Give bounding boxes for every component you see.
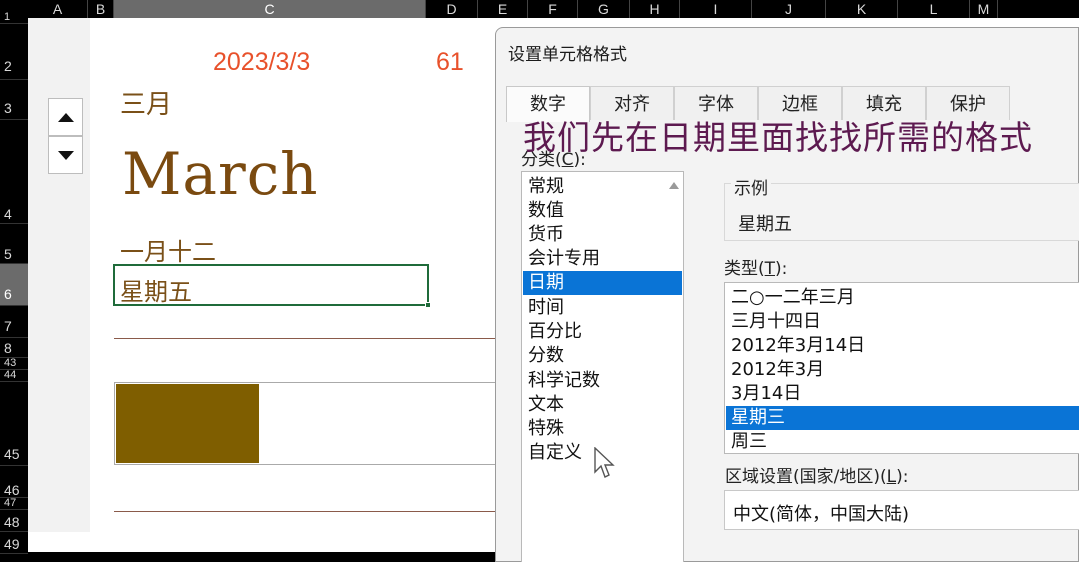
column-B[interactable]: B — [88, 0, 114, 18]
month-en-cell[interactable]: March — [122, 140, 319, 208]
locale-label-suffix: ): — [896, 467, 909, 487]
triangle-up-icon — [57, 112, 74, 122]
type-item[interactable]: 周三 — [726, 430, 1079, 453]
spin-down-button[interactable] — [48, 136, 83, 174]
category-item[interactable]: 常规 — [523, 175, 682, 199]
column-a-strip — [28, 18, 90, 532]
locale-value: 中文(简体，中国大陆) — [733, 504, 910, 525]
row-44[interactable]: 44 — [0, 370, 28, 382]
type-list[interactable]: 二○一二年三月 三月十四日 2012年3月14日 2012年3月 3月14日 星… — [724, 282, 1079, 454]
column-M[interactable]: M — [970, 0, 998, 18]
row-7[interactable]: 7 — [0, 306, 28, 338]
progress-bar-fill — [116, 384, 259, 463]
spin-up-button[interactable] — [48, 98, 83, 136]
column-G[interactable]: G — [578, 0, 630, 18]
type-label-key: T — [764, 259, 776, 279]
column-J[interactable]: J — [752, 0, 826, 18]
category-list[interactable]: 常规 数值 货币 会计专用 日期 时间 百分比 分数 科学记数 文本 特殊 自定… — [521, 171, 684, 562]
category-item[interactable]: 科学记数 — [523, 369, 682, 393]
column-I[interactable]: I — [680, 0, 752, 18]
row-6[interactable]: 6 — [0, 264, 28, 306]
row-3[interactable]: 3 — [0, 80, 28, 120]
locale-select[interactable]: 中文(简体，中国大陆) — [724, 490, 1079, 530]
type-item[interactable]: 二○一二年三月 — [726, 286, 1079, 310]
row-5[interactable]: 5 — [0, 224, 28, 264]
triangle-down-icon — [57, 150, 74, 160]
month-cn-cell[interactable]: 三月 — [120, 84, 172, 121]
day-cn-cell[interactable]: 一月十二 — [120, 232, 216, 267]
type-item[interactable]: 3月14日 — [726, 382, 1079, 406]
type-item-selected[interactable]: 星期三 — [726, 406, 1079, 430]
tutorial-caption: 我们先在日期里面找找所需的格式 — [523, 118, 1033, 157]
category-item[interactable]: 百分比 — [523, 320, 682, 344]
dialog-title: 设置单元格格式 — [508, 45, 627, 65]
type-item[interactable]: 三月十四日 — [726, 310, 1079, 334]
row-45[interactable]: 45 — [0, 382, 28, 466]
row-2[interactable]: 2 — [0, 24, 28, 80]
date-cell[interactable]: 2023/3/3 — [213, 48, 310, 77]
column-E[interactable]: E — [478, 0, 528, 18]
locale-label-prefix: 区域设置(国家/地区)( — [725, 467, 887, 487]
type-label-prefix: 类型( — [724, 259, 765, 279]
column-F[interactable]: F — [528, 0, 578, 18]
column-A[interactable]: A — [28, 0, 88, 18]
locale-label: 区域设置(国家/地区)(L): — [725, 462, 908, 487]
divider-bottom — [114, 511, 514, 512]
column-D[interactable]: D — [426, 0, 478, 18]
divider-top — [114, 338, 514, 339]
category-item[interactable]: 货币 — [523, 223, 682, 247]
fill-handle[interactable] — [425, 302, 431, 308]
row-46[interactable]: 46 — [0, 466, 28, 498]
row-header: 1 2 3 4 5 6 7 8 43 44 45 46 47 48 49 — [0, 12, 28, 562]
type-label: 类型(T): — [724, 254, 787, 279]
type-label-suffix: ): — [775, 259, 788, 279]
category-item[interactable]: 文本 — [523, 393, 682, 417]
selected-cell[interactable]: 星期五 — [113, 264, 431, 308]
type-item[interactable]: 2012年3月 — [726, 358, 1079, 382]
category-item-selected[interactable]: 日期 — [523, 271, 682, 295]
row-49[interactable]: 49 — [0, 532, 28, 554]
type-item[interactable]: 2012年3月14日 — [726, 334, 1079, 358]
row-8[interactable]: 8 — [0, 338, 28, 358]
category-item[interactable]: 数值 — [523, 199, 682, 223]
row-48[interactable]: 48 — [0, 510, 28, 532]
row-47[interactable]: 47 — [0, 498, 28, 510]
number-cell[interactable]: 61 — [436, 48, 464, 77]
category-item[interactable]: 会计专用 — [523, 247, 682, 271]
sample-legend: 示例 — [731, 174, 771, 199]
sample-value: 星期五 — [738, 214, 792, 235]
mouse-pointer-icon — [594, 447, 615, 478]
weekday-cell: 星期五 — [120, 278, 192, 306]
column-K[interactable]: K — [826, 0, 898, 18]
locale-label-key: L — [886, 467, 897, 487]
progress-bar — [114, 382, 514, 465]
column-H[interactable]: H — [630, 0, 680, 18]
column-header: A B C D E F G H I J K L M — [0, 0, 1079, 18]
category-item[interactable]: 特殊 — [523, 417, 682, 441]
format-cells-dialog[interactable]: 设置单元格格式 数字 对齐 字体 边框 填充 保护 分类(C): 常规 数值 货… — [495, 27, 1079, 562]
category-item[interactable]: 分数 — [523, 344, 682, 368]
column-L[interactable]: L — [898, 0, 970, 18]
category-item[interactable]: 时间 — [523, 296, 682, 320]
column-C[interactable]: C — [114, 0, 426, 18]
row-1[interactable]: 1 — [0, 12, 28, 24]
row-4[interactable]: 4 — [0, 120, 28, 224]
